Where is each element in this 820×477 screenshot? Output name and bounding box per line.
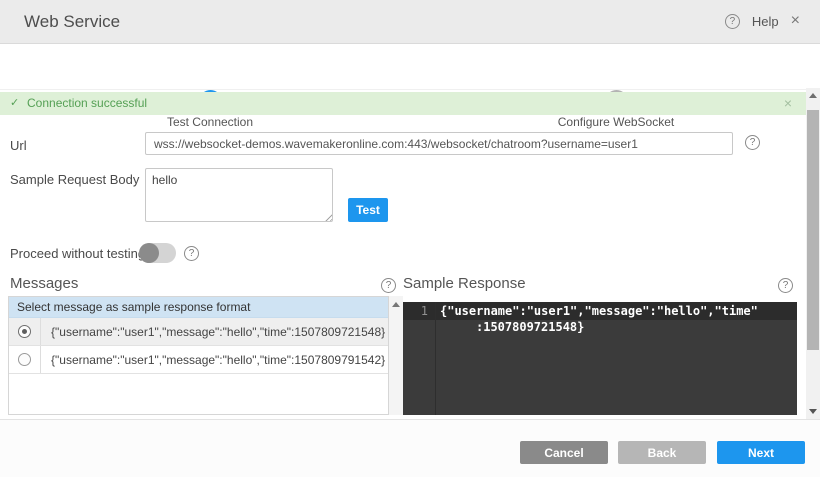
step-2-label[interactable]: Configure WebSocket (536, 115, 696, 129)
close-icon[interactable]: × (791, 12, 800, 30)
messages-table-header: Select message as sample response format (9, 297, 388, 318)
banner-close-icon[interactable]: × (784, 92, 792, 115)
dialog-header: Web Service ? Help × (0, 0, 820, 44)
url-label: Url (10, 138, 27, 153)
proceed-toggle[interactable] (139, 243, 176, 263)
message-row-text[interactable]: {"username":"user1","message":"hello","t… (41, 325, 385, 339)
proceed-without-testing-label: Proceed without testing (10, 246, 145, 261)
editor-code[interactable]: {"username":"user1","message":"hello","t… (440, 303, 758, 335)
scrollbar-thumb[interactable] (807, 110, 819, 350)
message-row-2[interactable]: {"username":"user1","message":"hello","t… (9, 346, 388, 374)
scroll-up-icon[interactable] (392, 302, 400, 307)
check-icon: ✓ (10, 92, 19, 115)
web-service-dialog: Web Service ? Help × 1 2 Test Connection… (0, 0, 820, 477)
success-message: Connection successful (27, 92, 147, 115)
cancel-button[interactable]: Cancel (520, 441, 608, 464)
help-icon[interactable]: ? (725, 14, 740, 29)
main-scrollbar[interactable] (806, 88, 820, 419)
scroll-up-icon[interactable] (809, 93, 817, 98)
success-banner: ✓ Connection successful × (0, 92, 806, 115)
messages-table: Select message as sample response format… (8, 296, 389, 415)
sample-request-body-input[interactable]: hello (145, 168, 333, 222)
header-actions: ? Help × (725, 12, 800, 30)
wizard-stepper: 1 2 Test Connection Configure WebSocket (0, 44, 820, 90)
radio-cell (9, 318, 41, 345)
radio-selected[interactable] (18, 325, 31, 338)
page-title: Web Service (24, 12, 120, 32)
scroll-down-icon[interactable] (809, 409, 817, 414)
sample-request-body-label: Sample Request Body (10, 172, 139, 187)
help-link[interactable]: Help (752, 14, 779, 29)
sample-response-heading: Sample Response (403, 275, 526, 292)
next-button[interactable]: Next (717, 441, 805, 464)
messages-scrollbar[interactable] (389, 296, 403, 415)
step-1-label[interactable]: Test Connection (130, 115, 290, 129)
url-input[interactable] (145, 132, 733, 155)
editor-gutter: 1 (403, 302, 436, 415)
back-button[interactable]: Back (618, 441, 706, 464)
line-number: 1 (421, 304, 428, 318)
message-row-text[interactable]: {"username":"user1","message":"hello","t… (41, 353, 385, 367)
proceed-help-icon[interactable]: ? (184, 246, 199, 261)
radio-cell (9, 346, 41, 373)
sample-response-help-icon[interactable]: ? (778, 278, 793, 293)
radio-unselected[interactable] (18, 353, 31, 366)
test-button[interactable]: Test (348, 198, 388, 222)
toggle-knob[interactable] (139, 243, 159, 263)
dialog-footer: Cancel Back Next (0, 419, 820, 477)
messages-heading: Messages (10, 275, 78, 292)
messages-help-icon[interactable]: ? (381, 278, 396, 293)
url-help-icon[interactable]: ? (745, 135, 760, 150)
code-line-1: {"username":"user1","message":"hello","t… (440, 304, 758, 318)
message-row-1[interactable]: {"username":"user1","message":"hello","t… (9, 318, 388, 346)
code-line-2: :1507809721548} (440, 320, 584, 334)
sample-response-editor[interactable]: 1 {"username":"user1","message":"hello",… (403, 302, 797, 415)
